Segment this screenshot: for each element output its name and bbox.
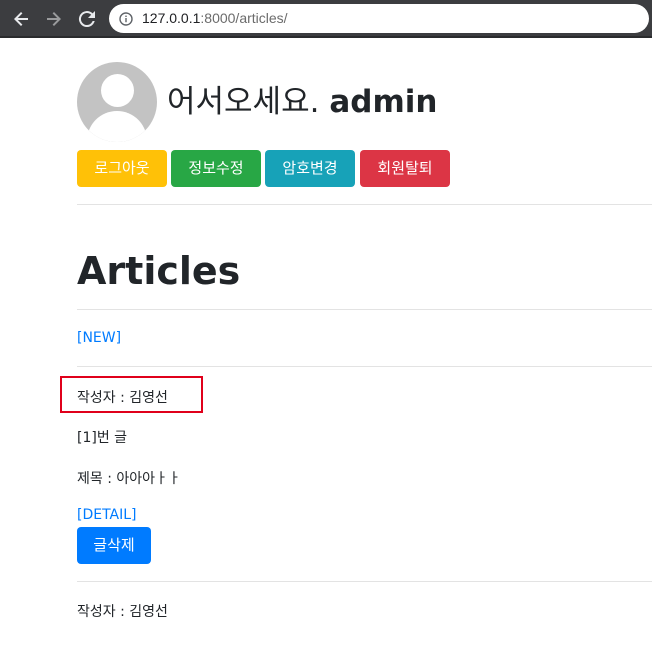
avatar-body: [87, 111, 147, 142]
greeting-text: 어서오세요.: [167, 84, 320, 120]
delete-account-button[interactable]: 회원탈퇴: [360, 150, 450, 187]
avatar-head: [101, 74, 134, 107]
change-password-button[interactable]: 암호변경: [265, 150, 355, 187]
article-detail-link[interactable]: [DETAIL]: [77, 507, 137, 523]
avatar: [77, 62, 157, 142]
divider: [77, 204, 652, 205]
info-icon[interactable]: [119, 11, 133, 26]
url-text: 127.0.0.1:8000/articles/: [142, 10, 288, 26]
article-number: [1]번 글: [77, 430, 128, 446]
page-title: Articles: [77, 249, 241, 293]
greeting: 어서오세요. admin: [167, 76, 437, 121]
article-author: 작성자 : 김영선: [77, 390, 168, 406]
article-author: 작성자 : 김영선: [77, 604, 168, 620]
url-host: 127.0.0.1: [142, 10, 201, 26]
username: admin: [329, 84, 438, 120]
arrow-left-icon[interactable]: [9, 7, 33, 31]
divider: [77, 581, 652, 582]
arrow-right-icon[interactable]: [42, 7, 66, 31]
address-bar[interactable]: 127.0.0.1:8000/articles/: [109, 4, 649, 33]
divider: [77, 366, 652, 367]
page-content: 어서오세요. admin 로그아웃 정보수정 암호변경 회원탈퇴 Article…: [0, 38, 652, 645]
delete-article-button[interactable]: 글삭제: [77, 527, 151, 564]
browser-toolbar: 127.0.0.1:8000/articles/: [0, 0, 652, 38]
divider: [77, 309, 652, 310]
logout-button[interactable]: 로그아웃: [77, 150, 167, 187]
new-article-link[interactable]: [NEW]: [77, 330, 121, 346]
article-subject: 제목 : 아아아ㅏㅏ: [77, 471, 181, 487]
url-path: :8000/articles/: [200, 10, 288, 26]
edit-profile-button[interactable]: 정보수정: [171, 150, 261, 187]
reload-icon[interactable]: [75, 7, 99, 31]
